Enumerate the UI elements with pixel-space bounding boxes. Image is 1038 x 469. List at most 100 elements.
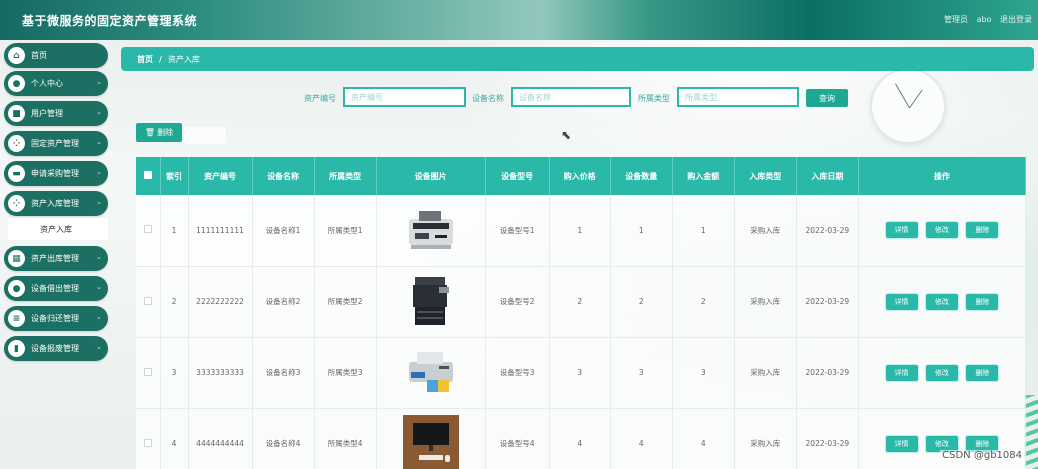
- app-title: 基于微服务的固定资产管理系统: [22, 14, 198, 28]
- cell-in-type: 采购入库: [734, 337, 797, 409]
- chevron-down-icon: ⌄: [96, 283, 102, 291]
- cell-in-type: 采购入库: [734, 266, 797, 338]
- sidebar-item-asset-out[interactable]: ▦ 资产出库管理 ⌄: [4, 246, 108, 271]
- cell-image: [376, 408, 486, 469]
- sidebar-item-return[interactable]: ≡ 设备归还管理 ⌄: [4, 306, 108, 331]
- clock-minute-hand: [909, 89, 923, 109]
- query-button[interactable]: 查询: [806, 89, 848, 107]
- column-header: 设备数量: [610, 157, 673, 195]
- delete-button[interactable]: 删除: [965, 292, 1000, 311]
- sidebar-item-label: 首页: [31, 51, 47, 60]
- column-header: 入库类型: [734, 157, 797, 195]
- table-header-row: 索引 资产编号 设备名称 所属类型 设备图片 设备型号 购入价格 设备数量 购入…: [136, 157, 1027, 195]
- sidebar-item-purchase[interactable]: ▬ 申请采购管理 ⌄: [4, 161, 108, 186]
- cell-amount: 2: [672, 266, 735, 338]
- sidebar-item-label: 设备归还管理: [31, 314, 79, 323]
- cell-qty: 4: [610, 408, 673, 469]
- mouse-cursor-icon: ⬉: [561, 128, 572, 142]
- column-header: 购入金额: [672, 157, 735, 195]
- cell-qty: 3: [610, 337, 673, 409]
- sidebar-item-fixed-assets[interactable]: ⁘ 固定资产管理 ⌄: [4, 131, 108, 156]
- table-row: 2 2222222222 设备名称2 所属类型2 设备型号2 2 2 2 采购入…: [136, 266, 1027, 338]
- cell-model: 设备型号4: [485, 408, 550, 469]
- column-header: 设备名称: [252, 157, 315, 195]
- user-name: abo: [976, 15, 992, 24]
- cell-type: 所属类型2: [314, 266, 377, 338]
- row-checkbox[interactable]: [143, 438, 152, 447]
- box-icon: ▦: [8, 250, 25, 267]
- column-header: 设备型号: [485, 157, 550, 195]
- cell-date: 2022-03-29: [796, 195, 859, 267]
- sidebar-item-scrap[interactable]: ▮ 设备报废管理 ⌄: [4, 336, 108, 361]
- edit-button[interactable]: 修改: [924, 292, 959, 311]
- trash-icon: 🗑: [144, 128, 156, 137]
- logout-link[interactable]: 退出登录: [1000, 15, 1032, 24]
- batch-delete-label: 删除: [157, 128, 174, 137]
- cell-in-type: 采购入库: [734, 408, 797, 469]
- edit-button[interactable]: 修改: [924, 363, 959, 382]
- detail-button[interactable]: 详情: [884, 221, 919, 240]
- breadcrumb-home[interactable]: 首页: [137, 54, 153, 65]
- detail-button[interactable]: 详情: [884, 434, 919, 453]
- device-name-label: 设备名称: [472, 94, 504, 103]
- sidebar-item-lend[interactable]: ● 设备借出管理 ⌄: [4, 276, 108, 301]
- cell-asset-no: 1111111111: [188, 195, 253, 267]
- cell-type: 所属类型1: [314, 195, 377, 267]
- detail-button[interactable]: 详情: [884, 363, 919, 382]
- sidebar-item-asset-in[interactable]: ⁘ 资产入库管理 ⌄: [4, 191, 108, 216]
- desk-monitor-image: [402, 414, 459, 469]
- row-checkbox[interactable]: [143, 367, 152, 376]
- users-icon: ■: [8, 105, 25, 122]
- cell-price: 1: [549, 195, 611, 267]
- header-user-area: 管理员 abo 退出登录: [938, 14, 1032, 25]
- edit-button[interactable]: 修改: [924, 221, 959, 240]
- cell-price: 2: [549, 266, 611, 338]
- detail-button[interactable]: 详情: [884, 292, 919, 311]
- type-input[interactable]: [677, 87, 799, 107]
- cell-date: 2022-03-29: [796, 266, 859, 338]
- select-all-header[interactable]: [136, 157, 161, 195]
- sidebar-item-users[interactable]: ■ 用户管理 ⌄: [4, 101, 108, 126]
- cell-model: 设备型号2: [485, 266, 550, 338]
- cell-amount: 1: [672, 195, 735, 267]
- list-icon: ≡: [8, 310, 25, 327]
- office-copier-image: [412, 276, 449, 325]
- sidebar-item-home[interactable]: ⌂ 首页: [4, 43, 108, 68]
- cell-index: 3: [160, 337, 189, 409]
- sidebar-item-profile[interactable]: ● 个人中心 ⌄: [4, 71, 108, 96]
- top-header: 基于微服务的固定资产管理系统 管理员 abo 退出登录: [0, 0, 1038, 40]
- cell-actions: 详情 修改 删除: [858, 266, 1027, 338]
- cell-price: 3: [549, 337, 611, 409]
- row-checkbox[interactable]: [143, 225, 152, 234]
- device-name-input[interactable]: [511, 87, 631, 107]
- cell-date: 2022-03-29: [796, 337, 859, 409]
- delete-button[interactable]: 删除: [965, 363, 1000, 382]
- cell-name: 设备名称3: [252, 337, 315, 409]
- column-header: 索引: [160, 157, 189, 195]
- chevron-down-icon: ⌄: [96, 78, 102, 86]
- inkjet-printer-image: [408, 351, 453, 392]
- cell-name: 设备名称4: [252, 408, 315, 469]
- asset-no-input[interactable]: [343, 87, 466, 107]
- column-header: 所属类型: [314, 157, 377, 195]
- cell-type: 所属类型3: [314, 337, 377, 409]
- sidebar: ⌂ 首页 ● 个人中心 ⌄ ■ 用户管理 ⌄ ⁘ 固定资产管理 ⌄ ▬ 申请采购…: [0, 40, 112, 469]
- row-checkbox[interactable]: [143, 296, 152, 305]
- cell-index: 4: [160, 408, 189, 469]
- cell-image: [376, 266, 486, 338]
- watermark-text: CSDN @gb1084: [940, 450, 1024, 461]
- bar-chart-icon: ▮: [8, 340, 25, 357]
- delete-button[interactable]: 删除: [965, 221, 1000, 240]
- batch-delete-button[interactable]: 🗑 删除: [136, 123, 182, 142]
- home-icon: ⌂: [8, 47, 25, 64]
- chevron-down-icon: ⌄: [96, 343, 102, 351]
- select-all-checkbox[interactable]: [143, 171, 152, 179]
- sidebar-item-label: 资产出库管理: [31, 254, 79, 263]
- breadcrumb-separator: /: [159, 54, 162, 64]
- sidebar-subitem-asset-in[interactable]: 资产入库: [8, 218, 108, 240]
- grid-icon: ⁘: [8, 195, 25, 212]
- asset-table: 索引 资产编号 设备名称 所属类型 设备图片 设备型号 购入价格 设备数量 购入…: [136, 157, 1027, 469]
- user-icon: ●: [8, 75, 25, 92]
- cell-name: 设备名称1: [252, 195, 315, 267]
- cell-name: 设备名称2: [252, 266, 315, 338]
